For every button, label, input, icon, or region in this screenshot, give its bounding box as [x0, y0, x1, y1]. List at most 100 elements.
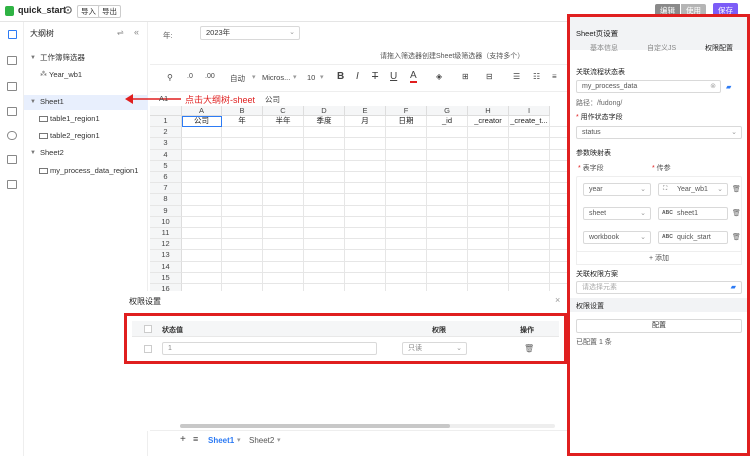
- grid-cell[interactable]: [427, 149, 468, 161]
- outline-item-year-wb1[interactable]: ⁂ Year_wb1: [24, 68, 148, 82]
- grid-cell[interactable]: [427, 183, 468, 195]
- grid-cell[interactable]: [468, 160, 509, 172]
- grid-cell[interactable]: [263, 149, 304, 161]
- grid-cell[interactable]: [468, 205, 509, 217]
- grid-cell[interactable]: [427, 272, 468, 284]
- grid-cell[interactable]: [550, 183, 567, 195]
- grid-cell[interactable]: [304, 272, 345, 284]
- row-header[interactable]: 9: [150, 205, 182, 217]
- outline-item-workbook-filter[interactable]: ▼ 工作簿筛选器: [24, 51, 148, 65]
- grid-cell[interactable]: [386, 216, 427, 228]
- row-header[interactable]: 8: [150, 194, 182, 206]
- layers-icon[interactable]: [7, 180, 17, 189]
- grid-cell[interactable]: [427, 250, 468, 262]
- number-format-select[interactable]: 自动: [230, 73, 245, 84]
- select-all-checkbox[interactable]: [144, 325, 152, 333]
- grid-cell[interactable]: [427, 127, 468, 139]
- data-source-icon[interactable]: [7, 107, 17, 116]
- grid-cell[interactable]: [550, 161, 567, 172]
- grid-cell[interactable]: [550, 273, 567, 284]
- grid-cell[interactable]: [345, 127, 386, 139]
- grid-cell[interactable]: [345, 239, 386, 251]
- grid-cell[interactable]: [182, 216, 222, 228]
- column-header[interactable]: E: [345, 106, 386, 116]
- row-header[interactable]: 2: [150, 127, 182, 139]
- grid-cell[interactable]: [222, 127, 263, 139]
- grid-cell[interactable]: [222, 160, 263, 172]
- grid-cell[interactable]: [550, 228, 567, 240]
- grid-cell[interactable]: [304, 228, 345, 240]
- row-header[interactable]: 7: [150, 183, 182, 195]
- grid-cell[interactable]: 公司: [182, 116, 222, 128]
- grid-cell[interactable]: [182, 250, 222, 262]
- grid-cell[interactable]: [182, 149, 222, 161]
- mapping-field-select[interactable]: sheet ⌄: [583, 207, 651, 220]
- grid-cell[interactable]: [468, 183, 509, 195]
- outline-filter-icon[interactable]: ⇌: [117, 28, 124, 37]
- sheet-tab-sheet1[interactable]: Sheet1: [208, 436, 234, 445]
- column-header[interactable]: H: [468, 106, 509, 116]
- grid-cell[interactable]: _id: [427, 116, 468, 128]
- grid-cell[interactable]: [550, 239, 567, 251]
- scrollbar-thumb[interactable]: [180, 424, 450, 428]
- grid-cell[interactable]: [263, 239, 304, 251]
- column-header[interactable]: C: [263, 106, 304, 116]
- delete-icon[interactable]: 🗑: [732, 233, 741, 241]
- font-size-select[interactable]: 10: [307, 73, 315, 82]
- decimal-increase-icon[interactable]: .0: [187, 73, 193, 80]
- grid-cell[interactable]: [509, 272, 550, 284]
- grid-cell[interactable]: [182, 183, 222, 195]
- row-checkbox[interactable]: [144, 345, 152, 353]
- grid-cell[interactable]: [427, 194, 468, 206]
- grid-cell[interactable]: [304, 127, 345, 139]
- grid-cell[interactable]: [386, 261, 427, 273]
- delete-icon[interactable]: 🗑: [732, 209, 741, 217]
- import-button[interactable]: 导入: [77, 5, 100, 18]
- grid-cell[interactable]: [509, 127, 550, 139]
- grid-cell[interactable]: [222, 183, 263, 195]
- font-family-select[interactable]: Micros...: [262, 73, 290, 82]
- grid-cell[interactable]: [345, 261, 386, 273]
- row-header[interactable]: 13: [150, 250, 182, 262]
- add-mapping-button[interactable]: + 添加: [576, 251, 742, 265]
- grid-cell[interactable]: [386, 228, 427, 240]
- grid-cell[interactable]: [304, 250, 345, 262]
- grid-cell[interactable]: [427, 172, 468, 184]
- grid-cell[interactable]: [427, 261, 468, 273]
- state-value-input[interactable]: 1: [162, 342, 377, 355]
- grid-cell[interactable]: [345, 149, 386, 161]
- row-header[interactable]: 12: [150, 239, 182, 251]
- tab-basic-info[interactable]: 基本信息: [590, 43, 618, 53]
- grid-cell[interactable]: [304, 194, 345, 206]
- grid-cell[interactable]: [468, 261, 509, 273]
- grid-cell[interactable]: [550, 172, 567, 184]
- grid-cell[interactable]: [304, 261, 345, 273]
- border-icon[interactable]: ⊞: [462, 72, 469, 81]
- add-sheet-icon[interactable]: +: [180, 434, 186, 445]
- grid-cell[interactable]: [468, 127, 509, 139]
- grid-cell[interactable]: [222, 228, 263, 240]
- grid-cell[interactable]: [509, 250, 550, 262]
- grid-cell[interactable]: [509, 216, 550, 228]
- calendar-icon[interactable]: [7, 155, 17, 164]
- grid-cell[interactable]: 年: [222, 116, 263, 128]
- outline-item-sheet2[interactable]: ▼ Sheet2: [24, 146, 148, 160]
- grid-cell[interactable]: [222, 239, 263, 251]
- align-center-icon[interactable]: ☷: [533, 72, 540, 81]
- outline-item-my-process-data-region1[interactable]: my_process_data_region1: [24, 164, 148, 178]
- grid-cell[interactable]: [427, 138, 468, 150]
- row-header[interactable]: 15: [150, 272, 182, 284]
- grid-cell[interactable]: [304, 149, 345, 161]
- grid-cell[interactable]: [222, 138, 263, 150]
- grid-cell[interactable]: [182, 272, 222, 284]
- decimal-decrease-icon[interactable]: .00: [205, 73, 215, 80]
- grid-cell[interactable]: [182, 205, 222, 217]
- grid-cell[interactable]: [427, 216, 468, 228]
- pick-table-icon[interactable]: ▰: [726, 83, 731, 91]
- grid-cell[interactable]: [386, 194, 427, 206]
- grid-cell[interactable]: [468, 172, 509, 184]
- mapping-param-input[interactable]: ABC quick_start: [658, 231, 728, 244]
- grid-cell[interactable]: [427, 239, 468, 251]
- grid-cell[interactable]: [509, 228, 550, 240]
- row-header[interactable]: 5: [150, 160, 182, 172]
